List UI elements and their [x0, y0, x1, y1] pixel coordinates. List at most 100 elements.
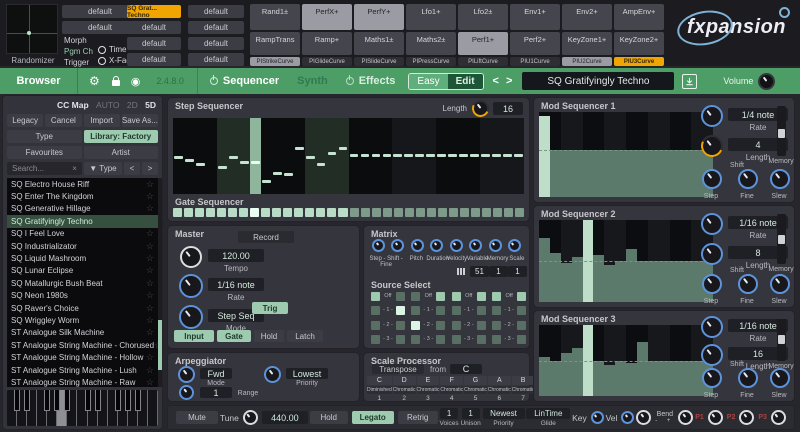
mod-button-maths1±[interactable]: Maths1± [354, 32, 404, 55]
step-cell[interactable] [316, 118, 327, 194]
lock-icon[interactable] [112, 80, 120, 86]
mod-seq-1-memory-slider[interactable] [777, 106, 786, 156]
variable-value[interactable]: 51 [470, 266, 489, 277]
p2-knob[interactable] [739, 410, 754, 425]
step-cell[interactable] [392, 118, 403, 194]
step-cell[interactable] [261, 118, 272, 194]
step-cell[interactable] [349, 118, 360, 194]
gate-cell[interactable] [372, 208, 381, 217]
matrix-source-cell[interactable] [396, 321, 405, 330]
step-cell[interactable] [513, 118, 524, 194]
matrix-source-cell[interactable] [492, 321, 501, 330]
tune-knob[interactable] [243, 410, 258, 425]
tempo-value[interactable]: 120.00 [208, 249, 264, 262]
latch-button[interactable]: Latch [287, 330, 323, 342]
mod-seq-3-graph[interactable] [539, 325, 713, 396]
step-cell[interactable] [206, 118, 217, 194]
mod-seq-2-fine-knob[interactable] [738, 274, 758, 294]
matrix-step-knob[interactable] [372, 239, 385, 252]
mod-button-rand1±[interactable]: Rand1± [250, 4, 300, 30]
gate-cell[interactable] [327, 208, 336, 217]
step-cell[interactable] [283, 118, 294, 194]
matrix-source-cell[interactable] [396, 292, 405, 301]
piano-black-key[interactable] [95, 390, 101, 411]
gate-cell[interactable] [338, 208, 347, 217]
step-cell[interactable] [480, 118, 491, 194]
matrix-source-cell[interactable] [492, 292, 501, 301]
gate-cell[interactable] [449, 208, 458, 217]
mod-button-piglidecurve[interactable]: PIGlideCurve [302, 57, 352, 66]
matrix-source-cell[interactable] [371, 335, 380, 344]
step-cell[interactable] [250, 118, 261, 194]
arp-range-knob[interactable] [179, 385, 194, 400]
scale-quality[interactable]: Chromatic [393, 386, 416, 394]
gate-cell[interactable] [383, 208, 392, 217]
step-cell[interactable] [502, 118, 513, 194]
input-button[interactable]: Input [174, 330, 214, 342]
bend-down-knob[interactable] [636, 410, 651, 425]
gate-cell[interactable] [195, 208, 204, 217]
hold-button[interactable]: Hold [254, 330, 284, 342]
preset-item[interactable]: SQ Wriggley Worm☆ [7, 314, 158, 326]
scale-quality[interactable]: Chromatic [440, 386, 463, 394]
mod-button-keyzone1+[interactable]: KeyZone1+ [562, 32, 612, 55]
priority-value[interactable]: Newest [483, 408, 525, 419]
favourite-star-icon[interactable]: ☆ [146, 203, 154, 214]
matrix-source-cell[interactable] [517, 321, 526, 330]
tune-value[interactable]: 440.00 [262, 411, 308, 424]
mod-button-lfo1+[interactable]: Lfo1+ [406, 4, 456, 30]
legacy-button[interactable]: Legacy [7, 114, 43, 127]
mod-seq-1-length-knob[interactable] [701, 135, 723, 157]
mod-seq-bar[interactable] [648, 112, 659, 197]
record-button[interactable]: Record [238, 231, 294, 243]
matrix-source-cell[interactable] [477, 292, 486, 301]
type-filter-button[interactable]: Type [7, 130, 82, 143]
gate-cell[interactable] [217, 208, 226, 217]
piano-keyboard[interactable] [7, 390, 158, 426]
memory-value[interactable]: 1 [489, 266, 508, 277]
morph-slot-c2[interactable]: default [127, 21, 181, 34]
gate-cell[interactable] [460, 208, 469, 217]
auto-label[interactable]: AUTO [96, 100, 119, 110]
browser-button[interactable]: Browser [0, 68, 78, 94]
mod-button-piu3curve[interactable]: PIU3Curve [614, 57, 664, 66]
scale-note-button[interactable]: E [417, 376, 440, 385]
piano-black-key[interactable] [24, 390, 30, 411]
step-cell[interactable] [359, 118, 370, 194]
gate-cell[interactable] [184, 208, 193, 217]
matrix-source-cell[interactable] [477, 335, 486, 344]
step-cell[interactable] [217, 118, 228, 194]
easy-mode-button[interactable]: Easy [409, 74, 447, 89]
edit-mode-button[interactable]: Edit [448, 74, 483, 89]
morph-slot-d3[interactable]: default [188, 37, 244, 50]
gate-cell[interactable] [294, 208, 303, 217]
mod-button-ramp+[interactable]: Ramp+ [302, 32, 352, 55]
preset-item[interactable]: SQ Neon 1980s☆ [7, 290, 158, 302]
step-cell[interactable] [370, 118, 381, 194]
matrix-source-cell[interactable] [492, 335, 501, 344]
favourite-star-icon[interactable]: ☆ [146, 179, 154, 190]
preset-item[interactable]: SQ Raver's Choice☆ [7, 302, 158, 314]
step-cell[interactable] [173, 118, 184, 194]
retrig-button[interactable]: Retrig [398, 411, 438, 424]
gate-cell[interactable] [173, 208, 182, 217]
legato-button[interactable]: Legato [352, 411, 394, 424]
gate-cell[interactable] [416, 208, 425, 217]
matrix-source-cell[interactable] [411, 321, 420, 330]
mod-seq-1-slew-knob[interactable] [770, 169, 790, 189]
gate-cell[interactable] [250, 208, 259, 217]
scale-note-button[interactable]: C [367, 376, 392, 385]
mod-seq-3-step-knob[interactable] [702, 368, 722, 388]
key-knob[interactable] [591, 411, 604, 424]
gate-cell[interactable] [394, 208, 403, 217]
step-cell[interactable] [228, 118, 239, 194]
gate-cell[interactable] [471, 208, 480, 217]
mod-seq-bar[interactable] [680, 112, 691, 197]
step-cell[interactable] [381, 118, 392, 194]
matrix-source-cell[interactable] [371, 306, 380, 315]
piano-black-key[interactable] [44, 390, 50, 411]
piano-black-key[interactable] [64, 390, 70, 411]
scale-note-button[interactable]: A [488, 376, 511, 385]
gate-cell[interactable] [206, 208, 215, 217]
mod-seq-1-graph[interactable] [539, 112, 713, 197]
